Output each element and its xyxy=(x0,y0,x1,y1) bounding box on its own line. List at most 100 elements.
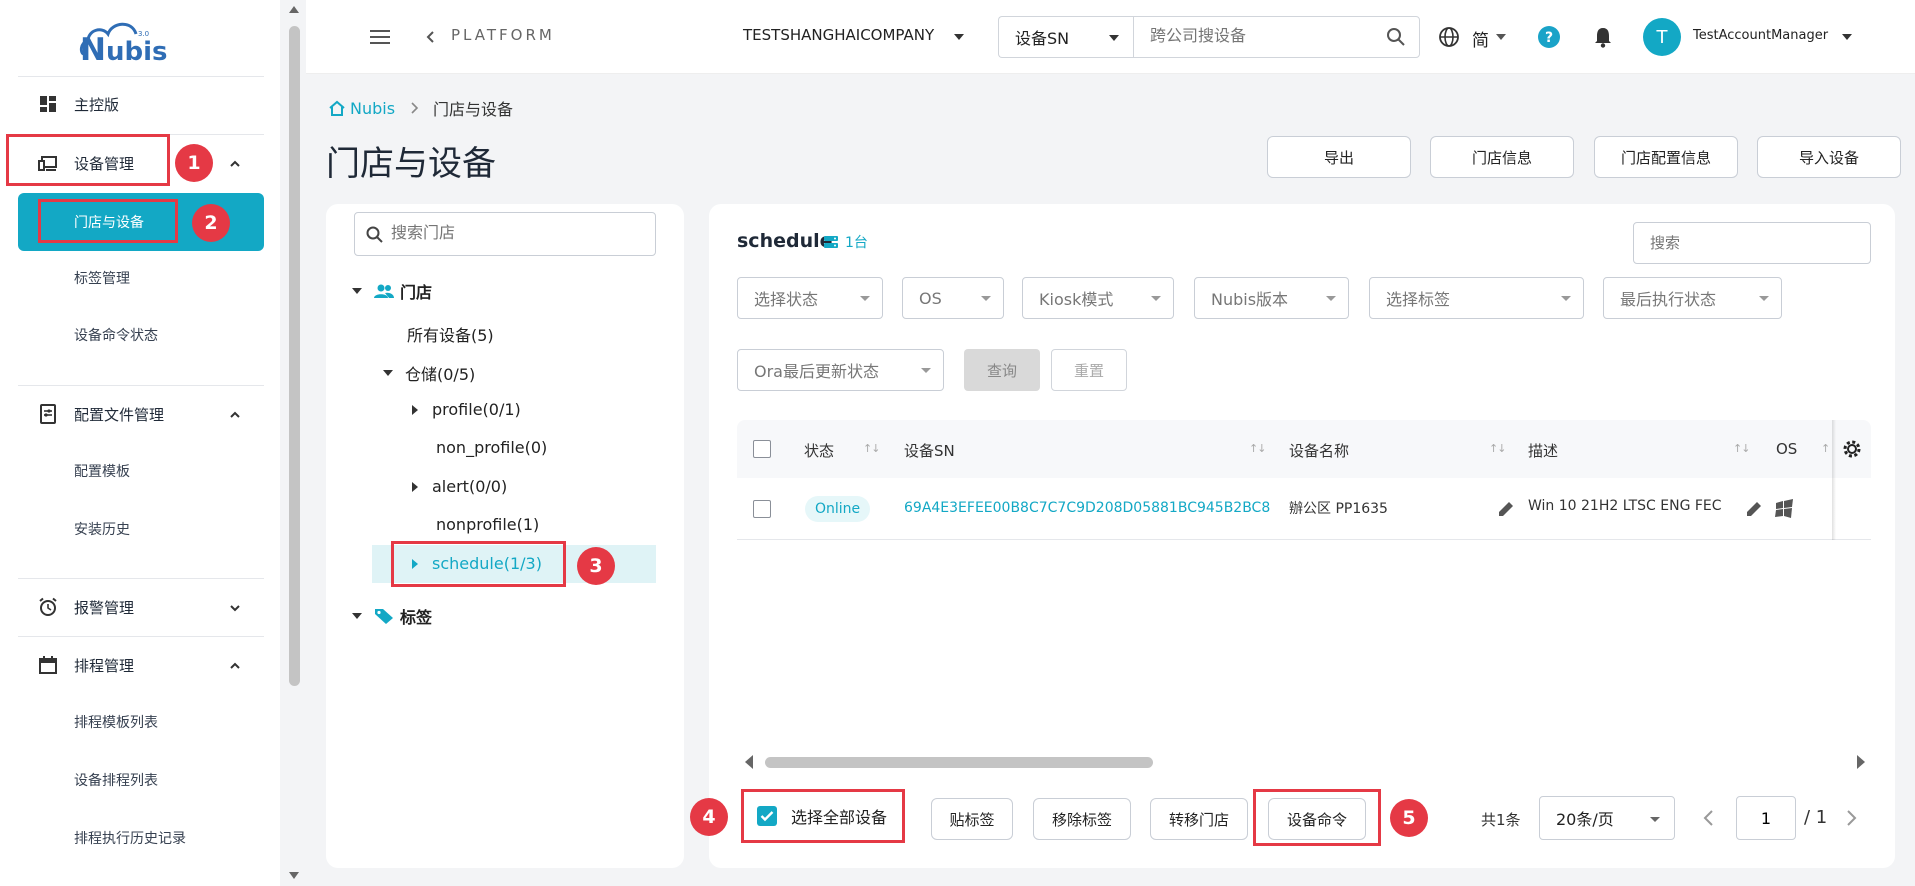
user-dropdown-icon[interactable] xyxy=(1842,34,1852,40)
search-type-select[interactable]: 设备SN xyxy=(998,16,1133,58)
query-button[interactable]: 查询 xyxy=(964,349,1040,391)
column-description[interactable]: 描述 xyxy=(1528,440,1558,461)
add-tag-button[interactable]: 贴标签 xyxy=(931,798,1013,840)
device-search-input[interactable] xyxy=(1633,222,1871,264)
search-icon[interactable] xyxy=(1386,27,1406,47)
caret-down-icon[interactable] xyxy=(352,613,362,619)
dropdown-icon xyxy=(921,368,931,373)
scroll-left-icon[interactable] xyxy=(745,755,753,769)
page-size-select[interactable]: 20条/页 xyxy=(1539,796,1675,840)
help-icon[interactable]: ? xyxy=(1538,26,1560,48)
ora-update-status-filter-value: Ora最后更新状态 xyxy=(754,362,879,381)
tree-node-alert[interactable]: alert(0/0) xyxy=(412,477,507,496)
column-device-name[interactable]: 设备名称 xyxy=(1289,440,1349,461)
tree-node-non-profile[interactable]: non_profile(0) xyxy=(436,438,547,457)
header-checkbox[interactable] xyxy=(753,440,771,458)
store-search-input[interactable] xyxy=(354,212,656,256)
chevron-up-icon[interactable] xyxy=(228,408,242,422)
store-info-button[interactable]: 门店信息 xyxy=(1430,136,1574,178)
nav-config-management[interactable]: 配置文件管理 xyxy=(18,386,264,442)
page-number-input[interactable] xyxy=(1736,796,1796,840)
chevron-up-icon[interactable] xyxy=(228,157,242,171)
row-checkbox[interactable] xyxy=(753,500,771,518)
sidebar-item-command-status-label: 设备命令状态 xyxy=(74,328,158,344)
global-device-search-input[interactable] xyxy=(1133,16,1420,58)
tag-filter-select[interactable]: 选择标签 xyxy=(1369,277,1584,319)
store-config-info-button[interactable]: 门店配置信息 xyxy=(1594,136,1738,178)
import-device-button[interactable]: 导入设备 xyxy=(1757,136,1901,178)
breadcrumb-home-link[interactable]: Nubis xyxy=(328,99,395,118)
sort-icon[interactable]: ↑↓ xyxy=(1249,442,1266,455)
sidebar-item-schedule-template[interactable]: 排程模板列表 xyxy=(18,694,264,750)
column-device-sn[interactable]: 设备SN xyxy=(904,440,955,461)
tree-node-all-devices[interactable]: 所有设备(5) xyxy=(407,322,494,346)
ora-update-status-filter-select[interactable]: Ora最后更新状态 xyxy=(737,349,944,391)
scroll-right-icon[interactable] xyxy=(1857,755,1865,769)
language-selector[interactable]: 简 xyxy=(1472,26,1489,51)
sort-icon[interactable]: ↑↓ xyxy=(863,442,880,455)
table-horizontal-scroll-thumb[interactable] xyxy=(765,757,1153,768)
sidebar-item-command-status[interactable]: 设备命令状态 xyxy=(18,307,264,363)
sort-icon[interactable]: ↑↓ xyxy=(1733,442,1750,455)
device-sn-link[interactable]: 69A4E3EFEE00B8C7C7C9D208D05881BC945B2BC8 xyxy=(904,500,1270,516)
back-chevron-icon[interactable] xyxy=(424,30,436,44)
sidebar-scroll-thumb[interactable] xyxy=(289,26,300,686)
dropdown-icon xyxy=(1759,296,1769,301)
column-status[interactable]: 状态 xyxy=(804,440,834,461)
reset-button[interactable]: 重置 xyxy=(1051,349,1127,391)
scroll-up-icon[interactable] xyxy=(289,6,299,13)
sidebar-item-install-history[interactable]: 安装历史 xyxy=(18,501,264,557)
nubis-version-filter-select[interactable]: Nubis版本 xyxy=(1194,277,1349,319)
caret-down-icon[interactable] xyxy=(352,288,362,294)
nubis-logo[interactable]: N ubis 3.0 xyxy=(78,14,186,64)
remove-tag-button[interactable]: 移除标签 xyxy=(1033,798,1131,840)
avatar[interactable]: T xyxy=(1643,18,1681,56)
annotation-box-5 xyxy=(1253,789,1381,846)
sort-icon[interactable]: ↑↓ xyxy=(1489,442,1506,455)
move-store-button[interactable]: 转移门店 xyxy=(1150,798,1248,840)
caret-right-icon[interactable] xyxy=(412,404,418,415)
nav-dashboard[interactable]: 主控版 xyxy=(18,76,264,132)
sidebar-item-config-template[interactable]: 配置模板 xyxy=(18,443,264,499)
nav-schedule-management-label: 排程管理 xyxy=(74,656,135,675)
caret-right-icon[interactable] xyxy=(412,481,418,492)
company-dropdown-icon[interactable] xyxy=(954,34,964,40)
table-row[interactable]: Online 69A4E3EFEE00B8C7C7C9D208D05881BC9… xyxy=(737,478,1871,540)
export-button[interactable]: 导出 xyxy=(1267,136,1411,178)
os-filter-select[interactable]: OS xyxy=(902,277,1004,319)
sidebar-item-device-schedule[interactable]: 设备排程列表 xyxy=(18,752,264,808)
prev-page-chevron-icon[interactable] xyxy=(1699,808,1719,828)
chevron-down-icon[interactable] xyxy=(228,601,242,615)
edit-description-pencil-icon[interactable] xyxy=(1745,500,1763,518)
tree-node-stores[interactable]: 门店 xyxy=(352,279,432,303)
hamburger-menu-icon[interactable] xyxy=(370,28,390,46)
nav-schedule-management[interactable]: 排程管理 xyxy=(18,637,264,693)
globe-icon[interactable] xyxy=(1438,26,1460,48)
company-selector[interactable]: TESTSHANGHAICOMPANY xyxy=(743,26,934,44)
kiosk-filter-select[interactable]: Kiosk模式 xyxy=(1022,277,1174,319)
tree-node-nonprofile[interactable]: nonprofile(1) xyxy=(436,515,539,534)
edit-name-pencil-icon[interactable] xyxy=(1497,500,1515,518)
sidebar-item-tag-management[interactable]: 标签管理 xyxy=(18,250,264,306)
sort-icon[interactable]: ↑ xyxy=(1821,442,1830,455)
column-settings-gear-icon[interactable] xyxy=(1841,438,1863,460)
caret-down-icon[interactable] xyxy=(383,370,393,376)
nav-alert-management[interactable]: 报警管理 xyxy=(18,579,264,635)
device-count-badge: 1台 xyxy=(823,232,868,252)
breadcrumb: Nubis 门店与设备 xyxy=(328,96,513,120)
next-page-chevron-icon[interactable] xyxy=(1841,808,1861,828)
tree-node-profile[interactable]: profile(0/1) xyxy=(412,400,521,419)
language-dropdown-icon[interactable] xyxy=(1496,34,1506,40)
last-exec-status-filter-select[interactable]: 最后执行状态 xyxy=(1603,277,1782,319)
chevron-up-icon[interactable] xyxy=(228,659,242,673)
sidebar-item-schedule-history[interactable]: 排程执行历史记录 xyxy=(18,810,264,866)
tree-node-all-devices-label: 所有设备(5) xyxy=(407,326,494,345)
tree-node-tags[interactable]: 标签 xyxy=(352,604,432,628)
status-filter-select[interactable]: 选择状态 xyxy=(737,277,883,319)
username-label[interactable]: TestAccountManager xyxy=(1693,28,1828,43)
platform-label[interactable]: PLATFORM xyxy=(451,26,555,44)
column-os[interactable]: OS xyxy=(1776,440,1797,458)
scroll-down-icon[interactable] xyxy=(289,872,299,879)
tree-node-warehouse[interactable]: 仓储(0/5) xyxy=(383,361,475,385)
notification-bell-icon[interactable] xyxy=(1593,26,1613,48)
